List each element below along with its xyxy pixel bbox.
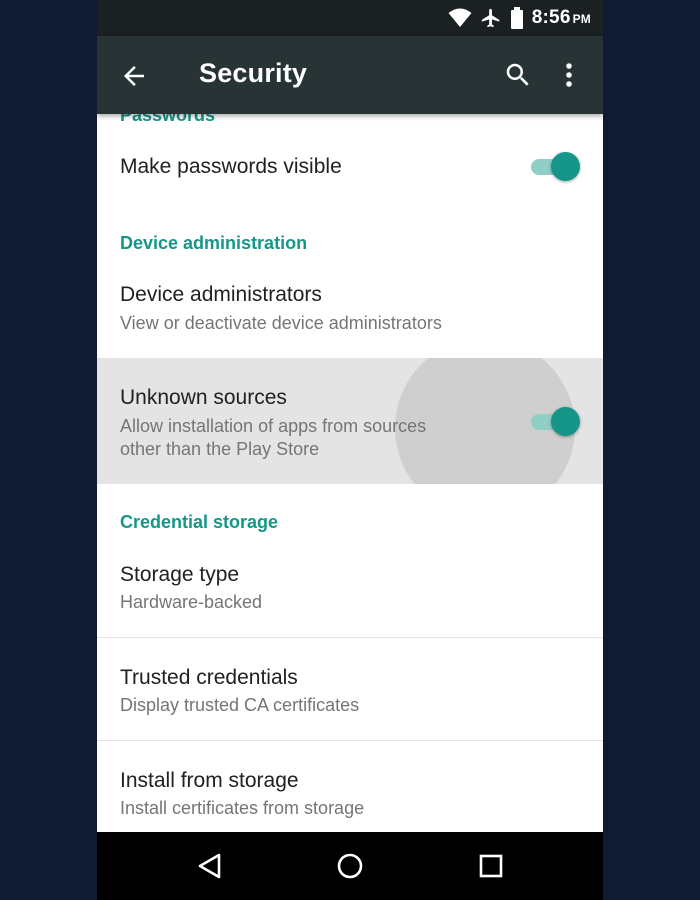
make-passwords-visible-title: Make passwords visible: [120, 155, 342, 178]
unknown-sources-toggle[interactable]: [527, 407, 580, 437]
page-title: Security: [199, 58, 308, 88]
section-header-credential-storage: Credential storage: [120, 512, 279, 532]
unknown-sources-row[interactable]: Unknown sources Allow installation of ap…: [97, 358, 603, 484]
trusted-credentials-subtitle: Display trusted CA certificates: [120, 695, 360, 715]
back-triangle-icon[interactable]: [197, 852, 223, 880]
storage-type-subtitle: Hardware-backed: [120, 592, 263, 612]
phone-screen: 8:56 PM Security Passwords Make passwords…: [97, 0, 603, 900]
status-clock: 8:56 PM: [532, 7, 591, 29]
status-icons: 8:56 PM: [448, 0, 591, 36]
storage-type-title: Storage type: [120, 563, 240, 586]
divider: [97, 637, 603, 638]
home-circle-icon[interactable]: [336, 852, 364, 880]
clock-time: 8:56: [531, 7, 571, 28]
airplane-icon: [480, 7, 502, 29]
wifi-icon: [448, 8, 472, 28]
navigation-bar: [97, 832, 603, 900]
toggle-thumb: [551, 407, 580, 436]
unknown-sources-title: Unknown sources: [120, 386, 287, 409]
trusted-credentials-title: Trusted credentials: [120, 666, 298, 689]
clock-ampm: PM: [572, 12, 591, 26]
device-administrators-title: Device administrators: [120, 283, 322, 306]
more-vert-icon[interactable]: [557, 60, 581, 90]
back-arrow-icon[interactable]: [119, 61, 149, 91]
recents-square-icon[interactable]: [478, 852, 504, 880]
section-header-passwords: Passwords: [120, 114, 216, 125]
unknown-sources-subtitle-line1: Allow installation of apps from sources: [120, 416, 427, 436]
device-administrators-subtitle: View or deactivate device administrators: [120, 313, 442, 333]
make-passwords-visible-toggle[interactable]: [527, 152, 580, 182]
unknown-sources-subtitle-line2: other than the Play Store: [120, 439, 320, 459]
toggle-thumb: [551, 152, 580, 181]
install-from-storage-title: Install from storage: [120, 769, 299, 792]
install-from-storage-subtitle: Install certificates from storage: [120, 798, 365, 818]
app-toolbar: Security: [97, 36, 603, 114]
settings-list[interactable]: Passwords Make passwords visible Device …: [97, 114, 603, 832]
divider: [97, 740, 603, 741]
search-icon[interactable]: [503, 60, 533, 90]
section-header-device-admin: Device administration: [120, 233, 308, 253]
battery-icon: [510, 7, 524, 29]
status-bar: 8:56 PM: [97, 0, 603, 36]
